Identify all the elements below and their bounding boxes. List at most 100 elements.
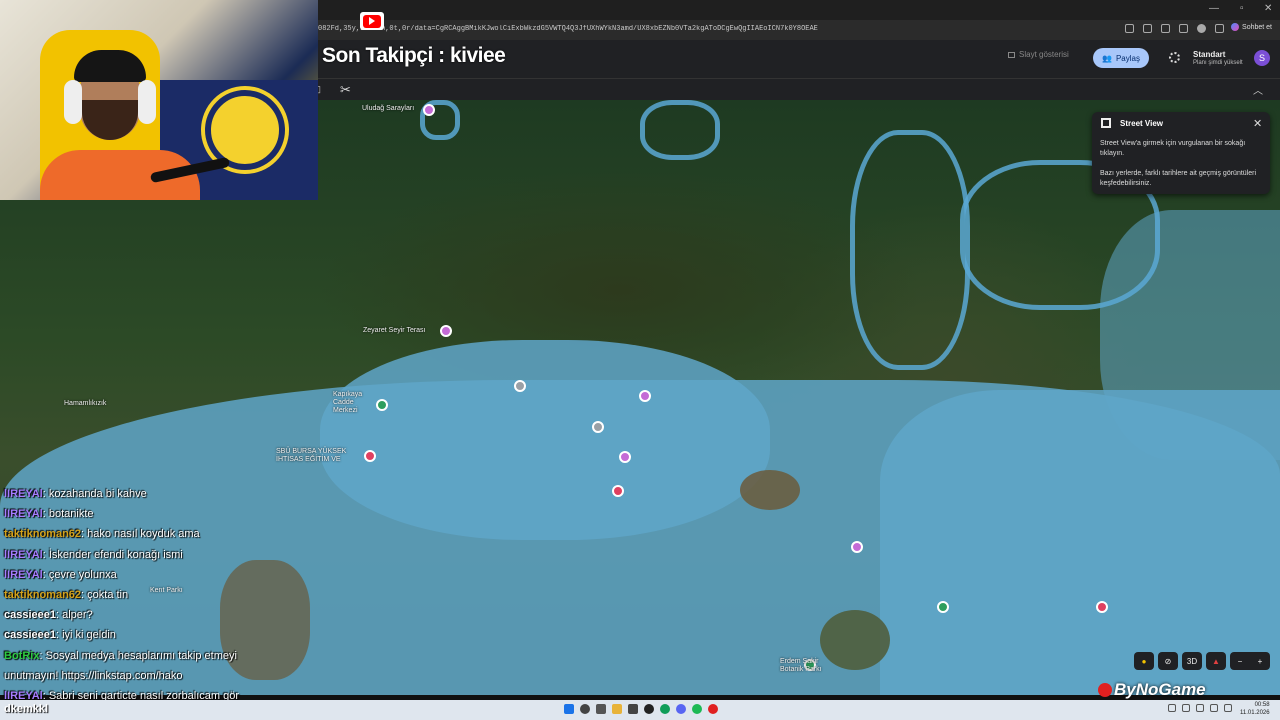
chat-text: : Sosyal medya hesaplarımı takip etmeyi xyxy=(39,649,237,662)
minimize-icon[interactable]: — xyxy=(1209,3,1219,14)
start-icon[interactable] xyxy=(564,704,574,714)
plan-title[interactable]: Standart xyxy=(1193,50,1225,59)
street-view-icon xyxy=(1101,118,1111,128)
chat-message: taktiknoman62: çokta tin xyxy=(0,585,300,605)
label-botanik: Erdem Şakir Botanik Parkı xyxy=(780,658,822,673)
close-window-icon[interactable]: ✕ xyxy=(1264,3,1272,14)
gemini-chat-label: Sohbet et xyxy=(1242,23,1272,31)
close-icon[interactable]: ✕ xyxy=(1253,117,1262,130)
3d-toggle-button[interactable]: 3D xyxy=(1182,652,1202,670)
bookmark-star-icon[interactable] xyxy=(1143,24,1152,33)
webcam-headphone-left xyxy=(64,80,82,124)
park-pin[interactable] xyxy=(376,399,388,411)
spotify-icon[interactable] xyxy=(692,704,702,714)
chat-username[interactable]: BotRix xyxy=(4,650,39,662)
pegman-icon[interactable]: ● xyxy=(1134,652,1154,670)
poi-pin[interactable] xyxy=(619,451,631,463)
street-view-title: Street View xyxy=(1120,119,1163,128)
extensions-icon[interactable] xyxy=(1161,24,1170,33)
hospital-pin[interactable] xyxy=(364,450,376,462)
plan-upgrade-link[interactable]: Planı şimdi yükselt xyxy=(1193,60,1243,66)
chat-username[interactable]: lIREYAl xyxy=(4,569,43,581)
taskbar-clock[interactable]: 00:58 11.01.2026 xyxy=(1240,701,1270,717)
chat-username[interactable]: cassieee1 xyxy=(4,629,56,641)
poi-pin[interactable] xyxy=(592,421,604,433)
urban-patch xyxy=(740,470,800,510)
webcam-streamer xyxy=(40,40,231,200)
layers-off-icon[interactable]: ⊘ xyxy=(1158,652,1178,670)
chat-username[interactable]: lIREYAl xyxy=(4,488,43,500)
chat-text: : İskender efendi konağı ismi xyxy=(42,548,183,561)
street-view-text-2: Bazı yerlerde, farklı tarihlere ait geçm… xyxy=(1100,170,1257,187)
app-icon[interactable] xyxy=(644,704,654,714)
chat-username[interactable]: cassieee1 xyxy=(4,609,56,621)
maximize-icon[interactable]: ▫ xyxy=(1240,3,1244,14)
poi-pin[interactable] xyxy=(423,104,435,116)
zoom-control: − + xyxy=(1230,652,1270,670)
zoom-out-icon[interactable]: − xyxy=(1238,657,1243,666)
profile-icon[interactable] xyxy=(1197,24,1206,33)
chat-text: : iyi ki geldin xyxy=(56,629,116,642)
slideshow-button[interactable]: Slayt gösterisi xyxy=(1008,50,1069,59)
label-zeyaret: Zeyaret Seyir Terası xyxy=(363,327,426,334)
chat-username[interactable]: taktiknoman62 xyxy=(4,589,81,601)
favorites-icon[interactable] xyxy=(1179,24,1188,33)
chat-message: unutmayın! https://linkstap.com/hako xyxy=(0,666,300,686)
account-avatar[interactable]: S xyxy=(1254,50,1270,66)
gemini-icon xyxy=(1231,23,1240,31)
chat-username[interactable]: lIREYAl xyxy=(4,549,43,561)
install-app-icon[interactable] xyxy=(1125,24,1134,33)
chat-message: taktiknoman62: hako nasıl koyduk ama xyxy=(0,524,300,544)
hospital-pin[interactable] xyxy=(612,485,624,497)
hospital-pin[interactable] xyxy=(1096,601,1108,613)
discord-icon[interactable] xyxy=(676,704,686,714)
share-button[interactable]: 👥 Paylaş xyxy=(1093,48,1149,68)
chat-username[interactable]: taktiknoman62 xyxy=(4,528,81,540)
url-text[interactable]: 082Fd,35y,1t 71h,0t,0r/data=CgRCAggBMikK… xyxy=(318,25,838,33)
app-icon[interactable] xyxy=(628,704,638,714)
screen: { "browser": { "url": "082Fd,35y,t 71h,0… xyxy=(0,0,1280,720)
chat-message: cassieee1: iyi ki geldin xyxy=(0,625,300,645)
clock-date: 11.01.2026 xyxy=(1240,710,1270,716)
obs-icon[interactable] xyxy=(708,704,718,714)
webcam-feed xyxy=(0,0,318,200)
address-bar-icons xyxy=(1125,24,1224,33)
volume-icon[interactable] xyxy=(1224,704,1232,712)
measure-ruler-icon[interactable]: ✂ xyxy=(340,82,351,98)
menu-icon[interactable] xyxy=(1215,24,1224,33)
poi-pin[interactable] xyxy=(639,390,651,402)
compass-icon[interactable]: ▲ xyxy=(1206,652,1226,670)
chat-message: BotRix: Sosyal medya hesaplarımı takip e… xyxy=(0,646,300,666)
tray-arrow-icon[interactable] xyxy=(1168,704,1176,712)
chat-message: lIREYAl: İskender efendi konağı ismi xyxy=(0,545,300,565)
tray-icon[interactable] xyxy=(1182,704,1190,712)
edge-icon[interactable] xyxy=(660,704,670,714)
explorer-icon[interactable] xyxy=(612,704,622,714)
bynogame-watermark: ByNoGame xyxy=(1098,680,1206,700)
chat-text: : botanikte xyxy=(42,508,94,521)
chevron-up-icon[interactable]: ︿ xyxy=(1253,82,1263,97)
tray-icon[interactable] xyxy=(1196,704,1204,712)
poi-pin[interactable] xyxy=(851,541,863,553)
slideshow-label: Slayt gösterisi xyxy=(1019,50,1069,59)
chat-text: : çevre yolunxa xyxy=(42,568,117,581)
task-view-icon[interactable] xyxy=(596,704,606,714)
chat-username[interactable]: lIREYAl xyxy=(4,508,43,520)
chat-message: cassieee1: alper? xyxy=(0,605,300,625)
chat-text: unutmayın! https://linkstap.com/hako xyxy=(4,669,183,682)
bynogame-logo-icon xyxy=(1098,683,1112,697)
last-follower-overlay: Son Takipçi : kiviee xyxy=(322,44,506,67)
gemini-chat-button[interactable]: Sohbet et xyxy=(1231,23,1272,31)
wifi-icon[interactable] xyxy=(1210,704,1218,712)
poi-pin[interactable] xyxy=(440,325,452,337)
label-sbu-hospital: SBÜ BURSA YÜKSEK İHTİSAS EĞİTİM VE xyxy=(276,448,347,463)
park-pin[interactable] xyxy=(937,601,949,613)
search-icon[interactable] xyxy=(580,704,590,714)
earth-toolbar xyxy=(318,78,1280,100)
poi-pin[interactable] xyxy=(514,380,526,392)
zoom-in-icon[interactable]: + xyxy=(1258,657,1263,666)
park-patch xyxy=(820,610,890,670)
chat-message: lIREYAl: botanikte xyxy=(0,504,300,524)
overlay-username: dkemkkl xyxy=(4,703,49,715)
settings-gear-icon[interactable] xyxy=(1169,52,1180,63)
